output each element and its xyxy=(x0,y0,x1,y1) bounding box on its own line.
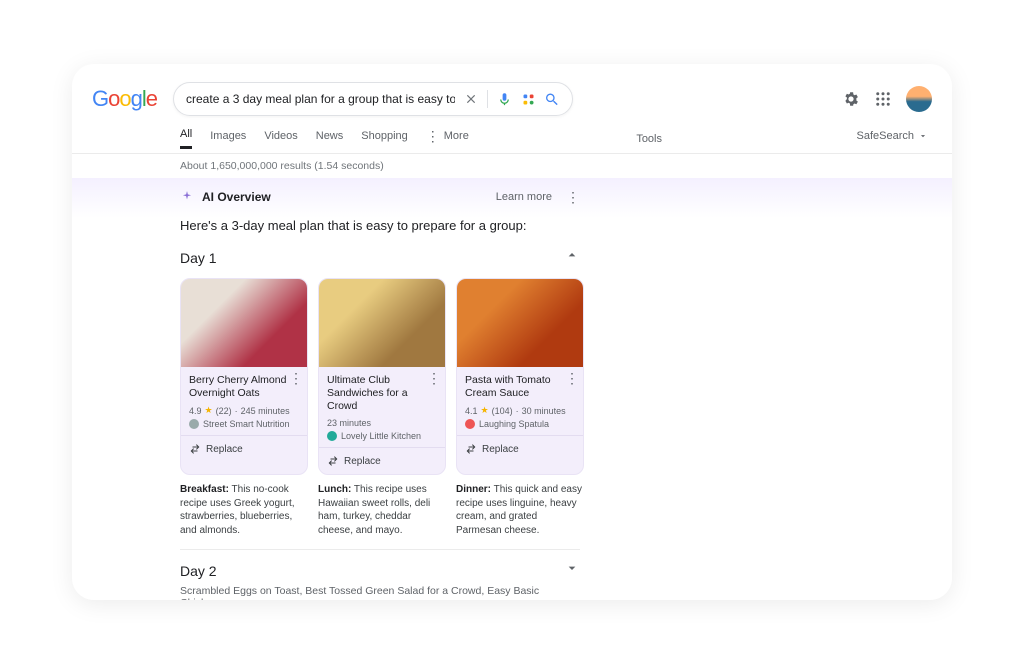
recipe-meta: 4.1 ★ (104) · 30 minutes xyxy=(465,405,575,416)
day2-header[interactable]: Day 2 xyxy=(180,560,580,581)
card-menu-icon[interactable]: ⋮ xyxy=(427,373,441,383)
ai-menu-icon[interactable]: ⋮ xyxy=(566,192,580,202)
replace-button[interactable]: Replace xyxy=(181,435,307,462)
tab-images[interactable]: Images xyxy=(210,130,246,148)
recipe-meta: 23 minutes xyxy=(327,418,437,428)
day1-cards: ⋮ Berry Cherry Almond Overnight Oats 4.9… xyxy=(180,278,584,475)
card-menu-icon[interactable]: ⋮ xyxy=(289,373,303,383)
source-favicon-icon xyxy=(327,431,337,441)
swap-icon xyxy=(465,443,477,455)
star-icon: ★ xyxy=(205,405,213,416)
chevron-up-icon[interactable] xyxy=(564,247,580,268)
breakfast-desc: Breakfast: This no-cook recipe uses Gree… xyxy=(180,483,308,537)
replace-button[interactable]: Replace xyxy=(457,435,583,462)
results-count: About 1,650,000,000 results (1.54 second… xyxy=(72,154,952,178)
day1-title: Day 1 xyxy=(180,250,217,266)
google-logo[interactable]: Google xyxy=(92,86,157,112)
app-frame: Google xyxy=(72,64,952,600)
source-favicon-icon xyxy=(465,419,475,429)
ai-overview-panel: AI Overview Learn more ⋮ Here's a 3-day … xyxy=(72,178,952,600)
recipe-card-lunch[interactable]: ⋮ Ultimate Club Sandwiches for a Crowd 2… xyxy=(318,278,446,475)
day1-descriptions: Breakfast: This no-cook recipe uses Gree… xyxy=(180,483,584,537)
tab-shopping[interactable]: Shopping xyxy=(361,130,408,148)
recipe-image xyxy=(181,279,307,367)
recipe-card-breakfast[interactable]: ⋮ Berry Cherry Almond Overnight Oats 4.9… xyxy=(180,278,308,475)
search-input[interactable] xyxy=(186,92,455,106)
day1-header[interactable]: Day 1 xyxy=(180,247,580,268)
card-menu-icon[interactable]: ⋮ xyxy=(565,373,579,383)
recipe-meta: 4.9 ★ (22) · 245 minutes xyxy=(189,405,299,416)
chevron-down-icon[interactable] xyxy=(564,560,580,581)
recipe-title: Berry Cherry Almond Overnight Oats xyxy=(189,374,299,400)
lunch-desc: Lunch: This recipe uses Hawaiian sweet r… xyxy=(318,483,446,537)
search-icon[interactable] xyxy=(544,91,560,107)
day2-preview-text: Scrambled Eggs on Toast, Best Tossed Gre… xyxy=(180,585,580,600)
clear-icon[interactable] xyxy=(463,91,479,107)
recipe-source: Laughing Spatula xyxy=(465,419,575,429)
tab-more[interactable]: ⋮More xyxy=(426,130,469,148)
swap-icon xyxy=(327,455,339,467)
recipe-title: Pasta with Tomato Cream Sauce xyxy=(465,374,575,400)
dinner-desc: Dinner: This quick and easy recipe uses … xyxy=(456,483,584,537)
search-box[interactable] xyxy=(173,82,573,116)
recipe-card-dinner[interactable]: ⋮ Pasta with Tomato Cream Sauce 4.1 ★ (1… xyxy=(456,278,584,475)
tools-button[interactable]: Tools xyxy=(636,133,662,145)
ai-overview-header: AI Overview Learn more ⋮ xyxy=(180,190,580,204)
header-actions xyxy=(842,86,932,112)
sparkle-icon xyxy=(180,190,194,204)
recipe-source: Lovely Little Kitchen xyxy=(327,431,437,441)
tab-videos[interactable]: Videos xyxy=(264,130,297,148)
safesearch-toggle[interactable]: SafeSearch xyxy=(857,130,928,142)
replace-button[interactable]: Replace xyxy=(319,447,445,474)
recipe-title: Ultimate Club Sandwiches for a Crowd xyxy=(327,374,437,413)
gear-icon[interactable] xyxy=(842,90,860,108)
recipe-image xyxy=(457,279,583,367)
tab-all[interactable]: All xyxy=(180,128,192,149)
swap-icon xyxy=(189,443,201,455)
source-favicon-icon xyxy=(189,419,199,429)
chevron-down-icon xyxy=(918,131,928,141)
recipe-source: Street Smart Nutrition xyxy=(189,419,299,429)
divider xyxy=(487,90,488,108)
learn-more-link[interactable]: Learn more xyxy=(496,191,552,203)
search-tabs: All Images Videos News Shopping ⋮More To… xyxy=(72,124,952,154)
ai-overview-title: AI Overview xyxy=(202,190,271,204)
ai-summary-text: Here's a 3-day meal plan that is easy to… xyxy=(180,218,580,233)
apps-icon[interactable] xyxy=(874,90,892,108)
avatar[interactable] xyxy=(906,86,932,112)
tab-news[interactable]: News xyxy=(316,130,344,148)
star-icon: ★ xyxy=(481,405,489,416)
lens-icon[interactable] xyxy=(520,91,536,107)
recipe-image xyxy=(319,279,445,367)
day2-section: Day 2 Scrambled Eggs on Toast, Best Toss… xyxy=(180,549,580,600)
topbar: Google xyxy=(72,64,952,124)
mic-icon[interactable] xyxy=(496,91,512,107)
more-dots-icon: ⋮ xyxy=(426,131,440,141)
day2-title: Day 2 xyxy=(180,563,217,579)
